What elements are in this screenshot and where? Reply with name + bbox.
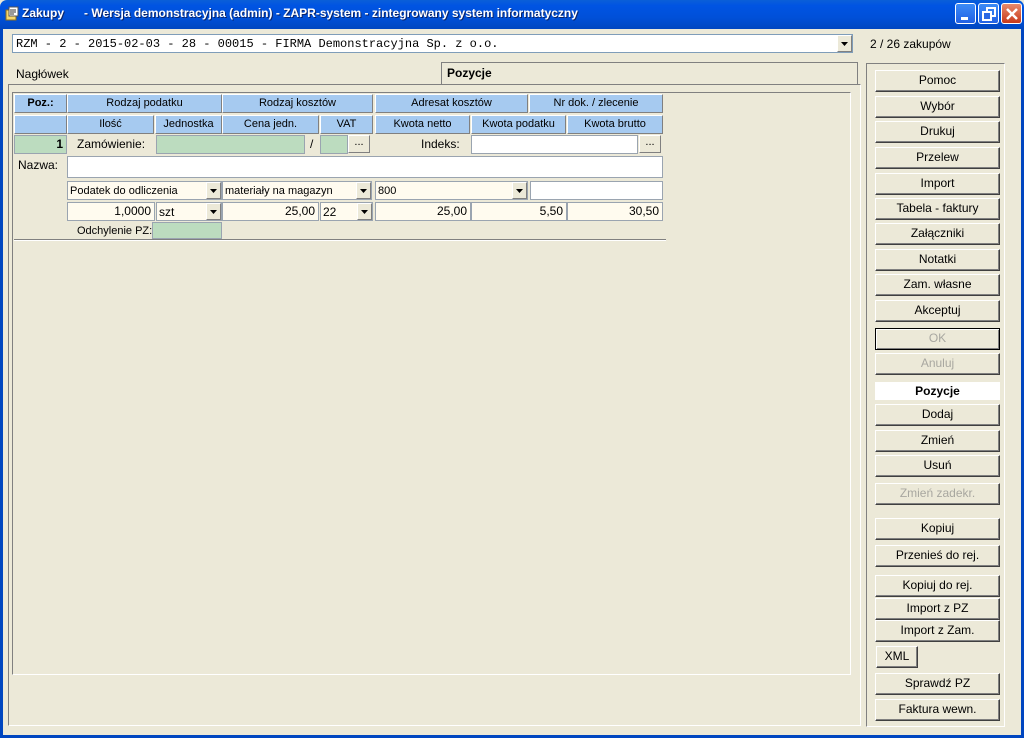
app-icon	[4, 6, 20, 22]
ok-button[interactable]: OK	[875, 328, 1000, 350]
accept-button[interactable]: Akceptuj	[875, 300, 1000, 322]
invoice-table-button[interactable]: Tabela - faktury	[875, 198, 1000, 220]
copy-button[interactable]: Kopiuj	[875, 518, 1000, 540]
close-icon	[1006, 8, 1018, 20]
minimize-icon	[961, 17, 968, 20]
chevron-down-icon	[841, 41, 848, 46]
index-field[interactable]	[471, 135, 638, 154]
xml-button[interactable]: XML	[876, 646, 918, 668]
row-separator	[14, 239, 666, 241]
tax-type-select[interactable]: Podatek do odliczenia	[67, 181, 222, 200]
delete-button[interactable]: Usuń	[875, 455, 1000, 477]
tab-header[interactable]: Nagłówek	[16, 67, 69, 81]
chevron-down-icon	[516, 188, 523, 193]
header-gross: Kwota brutto	[567, 115, 663, 134]
unit-price-field[interactable]: 25,00	[222, 202, 319, 221]
internal-invoice-button[interactable]: Faktura wewn.	[875, 699, 1000, 721]
index-lookup-button[interactable]: ...	[639, 135, 661, 153]
transfer-button[interactable]: Przelew	[875, 147, 1000, 169]
unit-dropdown[interactable]	[206, 203, 221, 220]
position-number: 1	[14, 135, 67, 154]
document-counter: 2 / 26 zakupów	[870, 37, 951, 51]
chevron-down-icon	[360, 188, 367, 193]
index-label: Indeks:	[421, 137, 460, 151]
check-pz-button[interactable]: Sprawdź PZ	[875, 673, 1000, 695]
quantity-field[interactable]: 1,0000	[67, 202, 155, 221]
doc-number-field[interactable]	[530, 181, 663, 200]
header-vat: VAT	[320, 115, 373, 134]
tax-type-value: Podatek do odliczenia	[70, 185, 178, 197]
print-button[interactable]: Drukuj	[875, 121, 1000, 143]
chevron-down-icon	[210, 209, 217, 214]
help-button[interactable]: Pomoc	[875, 70, 1000, 92]
window-title: Zakupy - Wersja demonstracyjna (admin) -…	[22, 6, 578, 20]
minimize-button[interactable]	[955, 3, 976, 24]
deviation-field	[152, 222, 222, 239]
gross-amount-field[interactable]: 30,50	[567, 202, 663, 221]
cost-recipient-value: 800	[378, 185, 397, 197]
order-field[interactable]	[156, 135, 305, 154]
items-section-label: Pozycje	[875, 382, 1000, 400]
name-field[interactable]	[67, 156, 663, 178]
unit-select[interactable]: szt	[156, 202, 222, 221]
notes-button[interactable]: Notatki	[875, 249, 1000, 271]
deviation-label: Odchylenie PZ:	[77, 225, 153, 237]
change-posted-button[interactable]: Zmień zadekr.	[875, 483, 1000, 505]
tab-items-label: Pozycje	[447, 66, 492, 80]
header-net: Kwota netto	[375, 115, 470, 134]
attachments-button[interactable]: Załączniki	[875, 223, 1000, 245]
cost-type-select[interactable]: materiały na magazyn	[222, 181, 372, 200]
tab-items[interactable]: Pozycje	[441, 62, 858, 84]
header-cost-recipient: Adresat kosztów	[375, 94, 528, 113]
header-unit-price: Cena jedn.	[222, 115, 319, 134]
copy-to-register-button[interactable]: Kopiuj do rej.	[875, 575, 1000, 597]
restore-icon	[982, 7, 996, 21]
vat-select[interactable]: 22	[320, 202, 373, 221]
header-tax-type: Rodzaj podatku	[67, 94, 222, 113]
header-tax: Kwota podatku	[471, 115, 566, 134]
vat-value: 22	[323, 205, 337, 219]
cost-recipient-select[interactable]: 800	[375, 181, 528, 200]
header-unit: Jednostka	[155, 115, 222, 134]
document-select-dropdown[interactable]	[837, 35, 852, 52]
header-quantity: Ilość	[67, 115, 154, 134]
import-from-order-button[interactable]: Import z Zam.	[875, 620, 1000, 642]
add-button[interactable]: Dodaj	[875, 404, 1000, 426]
order-suffix-field[interactable]	[320, 135, 348, 154]
document-select[interactable]: RZM - 2 - 2015-02-03 - 28 - 00015 - FIRM…	[12, 34, 853, 53]
document-select-value: RZM - 2 - 2015-02-03 - 28 - 00015 - FIRM…	[16, 37, 499, 51]
chevron-down-icon	[361, 209, 368, 214]
tax-amount-field[interactable]: 5,50	[471, 202, 567, 221]
vat-dropdown[interactable]	[357, 203, 372, 220]
chevron-down-icon	[210, 188, 217, 193]
title-bar: Zakupy - Wersja demonstracyjna (admin) -…	[0, 0, 1024, 29]
net-amount-field[interactable]: 25,00	[375, 202, 471, 221]
import-from-pz-button[interactable]: Import z PZ	[875, 598, 1000, 620]
close-button[interactable]	[1001, 3, 1022, 24]
own-orders-button[interactable]: Zam. własne	[875, 274, 1000, 296]
order-label: Zamówienie:	[77, 137, 146, 151]
items-area	[12, 92, 851, 675]
unit-value: szt	[159, 205, 175, 219]
cost-recipient-dropdown[interactable]	[512, 182, 527, 199]
header-doc-number: Nr dok. / zlecenie	[529, 94, 663, 113]
cost-type-value: materiały na magazyn	[225, 185, 333, 197]
order-lookup-button[interactable]: ...	[348, 135, 370, 153]
restore-button[interactable]	[978, 3, 999, 24]
cost-type-dropdown[interactable]	[356, 182, 371, 199]
move-to-register-button[interactable]: Przenieś do rej.	[875, 545, 1000, 567]
order-slash: /	[310, 137, 314, 151]
change-button[interactable]: Zmień	[875, 430, 1000, 452]
header-blank	[14, 115, 67, 134]
select-button[interactable]: Wybór	[875, 96, 1000, 118]
import-button[interactable]: Import	[875, 173, 1000, 195]
cancel-button[interactable]: Anuluj	[875, 353, 1000, 375]
name-label: Nazwa:	[18, 158, 59, 172]
tax-type-dropdown[interactable]	[206, 182, 221, 199]
header-cost-type: Rodzaj kosztów	[222, 94, 373, 113]
header-position: Poz.:	[14, 94, 67, 113]
